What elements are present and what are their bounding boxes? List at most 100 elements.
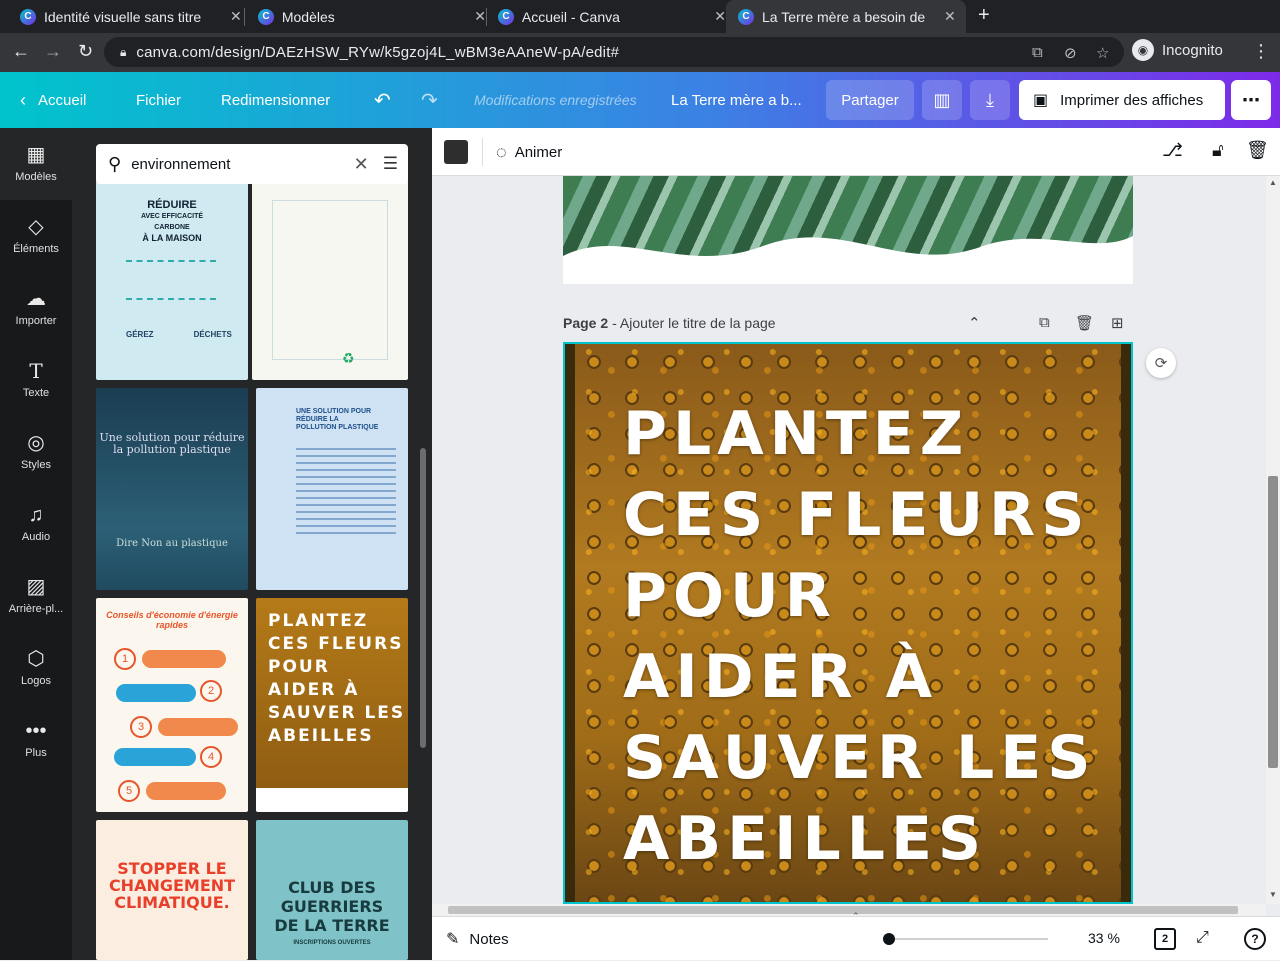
insights-chart-icon[interactable]: ▥ bbox=[922, 80, 962, 120]
print-posters-button[interactable]: ▣ Imprimer des affiches bbox=[1019, 80, 1225, 120]
poster-line: CES FLEURS bbox=[623, 480, 1091, 550]
omnibox[interactable]: 🔒︎ canva.com/design/DAEzHSW_RYw/k5gzoj4L… bbox=[104, 37, 1124, 67]
template-card-club[interactable]: CLUB DES GUERRIERS DE LA TERRE INSCRIPTI… bbox=[256, 820, 408, 960]
scrollbar-thumb[interactable] bbox=[1268, 476, 1278, 768]
rotate-handle-icon[interactable]: ⟳ bbox=[1146, 348, 1176, 378]
template-text: la pollution plastique bbox=[113, 443, 231, 456]
template-card-plastique-blue[interactable]: Une solution pour réduire la pollution p… bbox=[96, 388, 248, 590]
template-card-stopper[interactable]: STOPPER LE CHANGEMENT CLIMATIQUE. bbox=[96, 820, 248, 960]
template-search-box[interactable]: ⚲ environnement ✕ ☰ bbox=[96, 144, 408, 184]
undo-icon[interactable]: ↶ bbox=[374, 72, 391, 128]
file-menu-button[interactable]: Fichier bbox=[136, 72, 181, 128]
browser-tab-modeles[interactable]: C Modèles ✕ bbox=[238, 0, 486, 33]
tab-title: Identité visuelle sans titre bbox=[44, 8, 202, 25]
trash-icon[interactable]: 🗑︎ bbox=[1246, 140, 1269, 161]
rail-item-text[interactable]: T Texte bbox=[0, 344, 72, 416]
clear-search-icon[interactable]: ✕ bbox=[354, 154, 369, 175]
scroll-down-arrow-icon[interactable]: ▼ bbox=[1269, 890, 1277, 899]
template-card-plantez[interactable]: PLANTEZ CES FLEURS POUR AIDER À SAUVER L… bbox=[256, 598, 408, 812]
incognito-label: Incognito bbox=[1162, 41, 1223, 59]
rail-item-upload[interactable]: ☁ Importer bbox=[0, 272, 72, 344]
template-text: CHANGEMENT bbox=[108, 876, 236, 895]
print-label: Imprimer des affiches bbox=[1060, 91, 1204, 109]
notes-button[interactable]: ✎ Notes bbox=[446, 917, 509, 961]
template-card-letter[interactable]: ♻ bbox=[252, 180, 408, 380]
canva-favicon-icon: C bbox=[738, 8, 754, 25]
reload-icon[interactable]: ↻ bbox=[78, 41, 93, 62]
tab-title: La Terre mère a besoin de bbox=[762, 8, 926, 25]
search-input[interactable]: environnement bbox=[131, 156, 353, 173]
rail-item-elements[interactable]: ◇ Éléments bbox=[0, 200, 72, 272]
rail-item-templates[interactable]: ▦ Modèles bbox=[0, 128, 72, 200]
new-tab-button[interactable]: + bbox=[978, 4, 990, 27]
resize-button[interactable]: Redimensionner bbox=[221, 72, 330, 128]
rail-item-styles[interactable]: ◎ Styles bbox=[0, 416, 72, 488]
zoom-slider-track[interactable] bbox=[888, 938, 1048, 940]
template-card-energie[interactable]: Conseils d'économie d'énergie rapides 1 … bbox=[96, 598, 248, 812]
rail-item-label: Audio bbox=[21, 531, 51, 543]
template-card-plastique-light[interactable]: UNE SOLUTION POUR RÉDUIRE LA POLLUTION P… bbox=[256, 388, 408, 590]
template-pill bbox=[142, 650, 226, 668]
template-text: ABEILLES bbox=[268, 726, 374, 746]
styles-icon: ◎ bbox=[27, 432, 45, 454]
scrollbar-thumb[interactable] bbox=[448, 906, 1238, 914]
animate-button[interactable]: ◌ Animer bbox=[496, 128, 562, 176]
rail-item-more[interactable]: ••• Plus bbox=[0, 704, 72, 776]
wave-shape bbox=[563, 236, 1133, 284]
browser-menu-icon[interactable]: ⋮ bbox=[1252, 41, 1270, 62]
copy-style-paint-icon[interactable]: ⎇ bbox=[1162, 140, 1183, 161]
elements-icon: ◇ bbox=[28, 216, 44, 238]
star-bookmark-icon[interactable]: ☆ bbox=[1096, 44, 1109, 62]
fullscreen-icon[interactable]: ⤢ bbox=[1196, 929, 1209, 947]
page-title-input[interactable]: - Ajouter le titre de la page bbox=[612, 315, 775, 331]
back-arrow-icon[interactable]: ← bbox=[12, 41, 30, 62]
rail-item-audio[interactable]: ♫ Audio bbox=[0, 488, 72, 560]
rail-item-logos[interactable]: ⬡ Logos bbox=[0, 632, 72, 704]
help-icon[interactable]: ? bbox=[1244, 928, 1266, 950]
zoom-slider-knob[interactable] bbox=[883, 933, 895, 945]
panel-scrollbar[interactable] bbox=[420, 448, 426, 748]
close-tab-icon[interactable]: ✕ bbox=[714, 8, 726, 25]
incognito-indicator[interactable]: ◉ Incognito bbox=[1132, 39, 1223, 61]
template-pill bbox=[158, 718, 238, 736]
close-tab-icon[interactable]: ✕ bbox=[944, 8, 956, 25]
forward-arrow-icon[interactable]: → bbox=[44, 41, 62, 62]
canva-favicon-icon: C bbox=[258, 8, 274, 25]
document-title[interactable]: La Terre mère a b... bbox=[671, 72, 802, 128]
show-pages-chevron-icon[interactable]: ⌃ bbox=[852, 911, 860, 922]
zoom-level[interactable]: 33 % bbox=[1088, 930, 1120, 946]
translate-icon[interactable]: ⧉ bbox=[1032, 44, 1043, 61]
template-text: PLANTEZ bbox=[268, 611, 369, 631]
browser-tab-identite[interactable]: C Identité visuelle sans titre ✕ bbox=[0, 0, 244, 33]
page-1-canvas[interactable] bbox=[563, 176, 1133, 284]
template-text: DÉCHETS bbox=[193, 330, 232, 339]
rail-item-background[interactable]: ▨ Arrière-pl... bbox=[0, 560, 72, 632]
delete-page-icon[interactable]: 🗑︎ bbox=[1075, 314, 1094, 332]
lock-icon[interactable]: 🔓︎ bbox=[1212, 140, 1224, 161]
url-text[interactable]: canva.com/design/DAEzHSW_RYw/k5gzoj4L_wB… bbox=[136, 44, 619, 61]
rail-item-label: Plus bbox=[25, 747, 47, 759]
scroll-up-arrow-icon[interactable]: ▲ bbox=[1269, 178, 1277, 187]
share-button[interactable]: Partager bbox=[826, 80, 914, 120]
poster-headline[interactable]: PLANTEZ CES FLEURS POUR AIDER À SAUVER L… bbox=[623, 394, 1103, 880]
browser-tab-active[interactable]: C La Terre mère a besoin de ✕ bbox=[726, 0, 966, 33]
redo-icon[interactable]: ↷ bbox=[421, 72, 438, 128]
home-button[interactable]: ‹ Accueil bbox=[20, 72, 86, 128]
duplicate-page-icon[interactable]: ⧉ bbox=[1039, 314, 1050, 331]
eye-off-icon[interactable]: ⊘ bbox=[1064, 44, 1077, 62]
template-card-reduire[interactable]: RÉDUIRE AVEC EFFICACITÉ CARBONE À LA MAI… bbox=[96, 180, 248, 380]
page-2-canvas[interactable]: PLANTEZ CES FLEURS POUR AIDER À SAUVER L… bbox=[563, 342, 1133, 904]
filter-sliders-icon[interactable]: ☰ bbox=[383, 154, 398, 174]
add-page-icon[interactable]: ⊞ bbox=[1111, 314, 1124, 332]
download-icon[interactable]: ⤓ bbox=[970, 80, 1010, 120]
template-text: CLIMATIQUE. bbox=[114, 893, 230, 912]
horizontal-scrollbar[interactable] bbox=[432, 904, 1266, 916]
page-count[interactable]: 2 bbox=[1154, 928, 1176, 950]
more-options-icon[interactable]: ⋯ bbox=[1231, 80, 1271, 120]
vertical-scrollbar[interactable]: ▲ ▼ bbox=[1266, 176, 1280, 904]
text-color-swatch[interactable] bbox=[444, 140, 468, 164]
browser-tab-accueil[interactable]: C Accueil - Canva ✕ bbox=[478, 0, 726, 33]
template-footer-strip bbox=[256, 788, 408, 812]
chevron-up-icon[interactable]: ⌃ bbox=[968, 314, 981, 332]
templates-icon: ▦ bbox=[26, 144, 46, 166]
